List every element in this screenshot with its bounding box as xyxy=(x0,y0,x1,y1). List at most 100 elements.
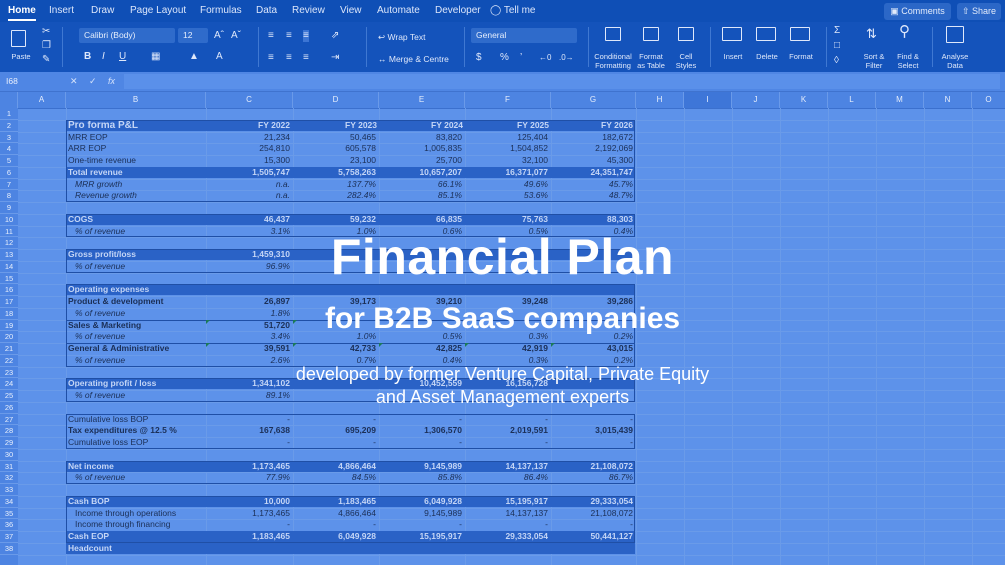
share-button[interactable]: ⇧ Share xyxy=(957,3,1001,20)
tab-automate[interactable]: Automate xyxy=(377,0,420,22)
row-header[interactable]: 8 xyxy=(0,190,18,202)
underline-button[interactable]: U xyxy=(119,51,126,63)
column-header[interactable]: E xyxy=(379,92,465,108)
row-header[interactable]: 28 xyxy=(0,425,18,437)
increase-font-icon[interactable]: Aˆ xyxy=(214,30,224,42)
tell-me-search[interactable]: ◯ Tell me xyxy=(490,0,536,22)
row-header[interactable]: 16 xyxy=(0,284,18,296)
tab-formulas[interactable]: Formulas xyxy=(200,0,242,22)
formula-input[interactable] xyxy=(124,74,1000,89)
insert-cells-icon[interactable] xyxy=(722,27,742,41)
row-header[interactable]: 3 xyxy=(0,132,18,144)
cut-icon[interactable]: ✂ xyxy=(42,26,50,38)
row-header[interactable]: 29 xyxy=(0,437,18,449)
column-header[interactable]: O xyxy=(972,92,1005,108)
column-header[interactable]: H xyxy=(636,92,684,108)
copy-icon[interactable]: ❐ xyxy=(42,40,51,52)
row-header[interactable]: 36 xyxy=(0,519,18,531)
align-middle-icon[interactable]: ≡ xyxy=(286,30,292,42)
cell-styles-icon[interactable] xyxy=(678,27,694,41)
row-header[interactable]: 21 xyxy=(0,343,18,355)
tab-data[interactable]: Data xyxy=(256,0,277,22)
column-header[interactable]: D xyxy=(293,92,379,108)
format-cells-button[interactable]: Format xyxy=(784,52,818,61)
row-header[interactable]: 33 xyxy=(0,484,18,496)
row-header[interactable]: 31 xyxy=(0,461,18,473)
currency-button[interactable]: $ xyxy=(476,52,482,64)
column-header[interactable]: B xyxy=(66,92,206,108)
percent-button[interactable]: % xyxy=(500,52,509,64)
format-cells-icon[interactable] xyxy=(790,27,810,41)
row-header[interactable]: 2 xyxy=(0,120,18,132)
column-header[interactable]: C xyxy=(206,92,293,108)
autosum-icon[interactable]: Σ xyxy=(834,25,840,37)
conditional-formatting-icon[interactable] xyxy=(605,27,621,41)
tab-page-layout[interactable]: Page Layout xyxy=(130,0,186,22)
row-header[interactable]: 32 xyxy=(0,472,18,484)
row-header[interactable]: 4 xyxy=(0,143,18,155)
wrap-text-button[interactable]: ↩ Wrap Text xyxy=(378,31,425,43)
format-as-table-icon[interactable] xyxy=(643,27,659,41)
paste-icon[interactable] xyxy=(11,30,26,47)
column-header[interactable]: M xyxy=(876,92,924,108)
column-header[interactable]: A xyxy=(18,92,66,108)
tab-draw[interactable]: Draw xyxy=(91,0,114,22)
column-header[interactable]: N xyxy=(924,92,972,108)
align-bottom-icon[interactable]: ≡ xyxy=(303,30,309,42)
confirm-formula-icon[interactable]: ✓ xyxy=(89,74,97,89)
cancel-formula-icon[interactable]: ✕ xyxy=(70,74,78,89)
row-header[interactable]: 37 xyxy=(0,531,18,543)
comments-button[interactable]: ▣ Comments xyxy=(884,3,951,20)
sort-filter-button[interactable]: Sort & Filter xyxy=(858,52,890,70)
align-top-icon[interactable]: ≡ xyxy=(268,30,274,42)
analyse-data-icon[interactable] xyxy=(946,26,964,43)
row-header[interactable]: 5 xyxy=(0,155,18,167)
increase-decimal-icon[interactable]: ←0 xyxy=(539,52,551,64)
number-format-select[interactable]: General xyxy=(471,28,577,43)
format-painter-icon[interactable]: ✎ xyxy=(42,54,50,66)
column-header[interactable]: J xyxy=(732,92,780,108)
tab-view[interactable]: View xyxy=(340,0,362,22)
find-select-button[interactable]: Find & Select xyxy=(892,52,924,70)
column-header-selected[interactable]: I xyxy=(684,92,732,108)
merge-centre-button[interactable]: ↔ Merge & Centre xyxy=(378,53,449,65)
name-box[interactable]: I68 xyxy=(6,75,50,88)
tab-insert[interactable]: Insert xyxy=(49,0,74,22)
delete-cells-button[interactable]: Delete xyxy=(750,52,784,61)
insert-function-icon[interactable]: fx xyxy=(108,74,115,89)
align-right-icon[interactable]: ≡ xyxy=(303,52,309,64)
select-all-corner[interactable] xyxy=(0,92,18,108)
analyse-data-button[interactable]: Analyse Data xyxy=(936,52,974,70)
align-left-icon[interactable]: ≡ xyxy=(268,52,274,64)
row-header[interactable]: 34 xyxy=(0,496,18,508)
borders-icon[interactable]: ▦ xyxy=(151,51,160,63)
decrease-font-icon[interactable]: Aˇ xyxy=(231,30,241,42)
conditional-formatting-button[interactable]: Conditional Formatting xyxy=(590,52,636,70)
sort-filter-icon[interactable]: ⇅ xyxy=(866,27,877,40)
font-name-select[interactable]: Calibri (Body) xyxy=(79,28,175,43)
row-header[interactable]: 7 xyxy=(0,179,18,191)
tab-developer[interactable]: Developer xyxy=(435,0,481,22)
column-header[interactable]: G xyxy=(551,92,636,108)
tab-review[interactable]: Review xyxy=(292,0,325,22)
bold-button[interactable]: B xyxy=(84,51,91,63)
comma-button[interactable]: ’ xyxy=(520,52,522,64)
align-center-icon[interactable]: ≡ xyxy=(286,52,292,64)
row-header[interactable]: 30 xyxy=(0,449,18,461)
row-header[interactable]: 10 xyxy=(0,214,18,226)
column-header[interactable]: F xyxy=(465,92,551,108)
clear-icon[interactable]: ◊ xyxy=(834,55,839,67)
section-title[interactable]: Headcount xyxy=(68,543,112,554)
row-header[interactable]: 9 xyxy=(0,202,18,214)
font-size-select[interactable]: 12 xyxy=(178,28,208,43)
find-select-icon[interactable]: ⚲ xyxy=(899,24,910,39)
delete-cells-icon[interactable] xyxy=(756,27,776,41)
row-header[interactable]: 1 xyxy=(0,108,18,120)
italic-button[interactable]: I xyxy=(102,51,105,63)
insert-cells-button[interactable]: Insert xyxy=(716,52,750,61)
font-color-icon[interactable]: A xyxy=(216,51,223,63)
column-header[interactable]: L xyxy=(828,92,876,108)
decrease-decimal-icon[interactable]: .0→ xyxy=(559,52,574,64)
row-header[interactable]: 38 xyxy=(0,543,18,555)
fill-icon[interactable]: □ xyxy=(834,40,840,52)
